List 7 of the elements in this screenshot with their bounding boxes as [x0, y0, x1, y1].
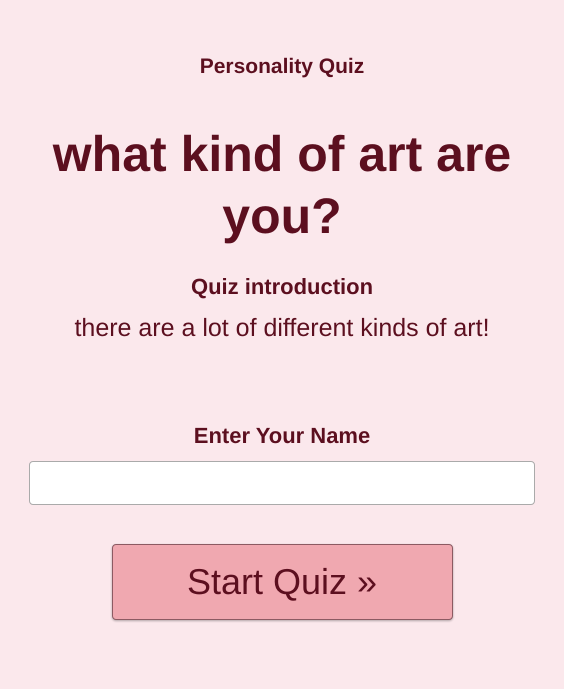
quiz-title: what kind of art are you?	[52, 125, 512, 246]
name-label: Enter Your Name	[194, 423, 370, 449]
quiz-label: Personality Quiz	[200, 55, 364, 79]
intro-heading: Quiz introduction	[190, 274, 374, 300]
intro-text: there are a lot of different kinds of art!	[74, 314, 490, 343]
start-quiz-button[interactable]: Start Quiz »	[112, 544, 452, 620]
name-input-field[interactable]	[29, 461, 535, 505]
